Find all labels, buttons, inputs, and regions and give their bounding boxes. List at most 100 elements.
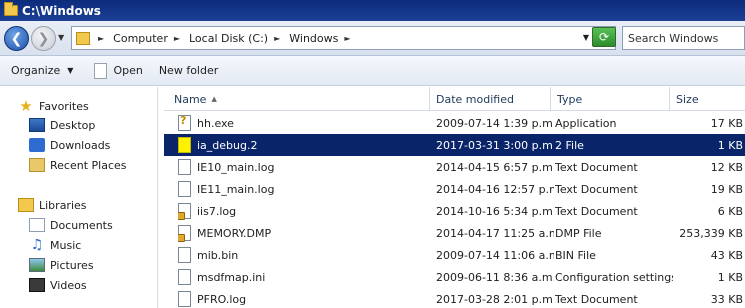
file-type: Configuration settings	[555, 270, 673, 284]
file-date: 2017-03-28 2:01 p.m.	[436, 292, 554, 306]
text-file-icon	[178, 181, 191, 197]
breadcrumb-local-disk[interactable]: Local Disk (C:) ►	[189, 32, 285, 45]
file-type: DMP File	[555, 226, 602, 240]
file-type: Text Document	[555, 182, 638, 196]
file-size: 1 KB	[717, 138, 743, 152]
file-type: Text Document	[555, 160, 638, 174]
text-file-icon	[178, 159, 191, 175]
back-button[interactable]: ❮	[4, 26, 29, 51]
file-row[interactable]: msdfmap.ini 2009-06-11 8:36 a.m. Configura…	[164, 266, 745, 288]
breadcrumb-root-arrow[interactable]: ►	[96, 34, 109, 43]
file-row[interactable]: IE10_main.log 2014-04-15 6:57 p.m. Text Do…	[164, 156, 745, 178]
file-size: 12 KB	[710, 160, 743, 174]
nav-downloads[interactable]: Downloads	[29, 138, 110, 152]
title-bar: C:\Windows	[0, 0, 745, 21]
file-type: Text Document	[555, 204, 638, 218]
file-date: 2009-06-11 8:36 a.m.	[436, 270, 554, 284]
open-button[interactable]: Open	[90, 62, 143, 79]
folder-icon	[76, 31, 90, 45]
file-name: iis7.log	[197, 204, 237, 218]
locked-file-icon	[178, 225, 191, 242]
document-icon	[94, 62, 108, 79]
file-date: 2017-03-31 3:00 p.m.	[436, 138, 554, 152]
file-size: 6 KB	[717, 204, 743, 218]
search-input[interactable]: Search Windows	[622, 26, 745, 50]
file-name: PFRO.log	[197, 292, 247, 306]
file-row[interactable]: MEMORY.DMP 2014-04-17 11:25 a.m. DMP File 2…	[164, 222, 745, 244]
nav-favorites[interactable]: ★ Favorites	[18, 97, 88, 115]
nav-pictures[interactable]: Pictures	[29, 258, 94, 272]
nav-videos[interactable]: Videos	[29, 278, 87, 292]
file-date: 2009-07-14 1:39 p.m.	[436, 116, 554, 130]
music-icon: ♫	[30, 237, 44, 253]
file-type: Text Document	[555, 292, 638, 306]
column-headers: Name ▲ Date modified Type Size	[164, 87, 745, 111]
window-title: C:\Windows	[22, 3, 101, 18]
file-name: IE10_main.log	[197, 160, 275, 174]
text-file-icon	[178, 291, 191, 307]
file-row[interactable]: ia_debug.2 2017-03-31 3:00 p.m. 2 File 1 KB	[164, 134, 745, 156]
nav-libraries[interactable]: Libraries	[18, 198, 87, 212]
column-header-size[interactable]: Size	[670, 87, 745, 111]
help-exe-icon	[178, 114, 191, 131]
file-size: 253,339 KB	[679, 226, 743, 240]
file-date: 2014-04-17 11:25 a.m.	[436, 226, 554, 240]
command-bar: Organize ▼ Open New folder	[0, 56, 745, 86]
breadcrumb-computer[interactable]: Computer ►	[113, 32, 185, 45]
file-name-cell: PFRO.log	[178, 288, 428, 308]
file-size: 43 KB	[710, 248, 743, 262]
nav-documents[interactable]: Documents	[29, 218, 113, 232]
file-type: 2 File	[555, 138, 584, 152]
recent-pages-dropdown[interactable]: ▼	[58, 33, 64, 42]
breadcrumb-windows[interactable]: Windows ►	[289, 32, 355, 45]
sort-ascending-icon: ▲	[211, 95, 217, 103]
file-name-cell: IE11_main.log	[178, 178, 428, 200]
column-header-name[interactable]: Name ▲	[168, 87, 430, 111]
file-date: 2014-04-16 12:57 p.m.	[436, 182, 554, 196]
file-name-cell: IE10_main.log	[178, 156, 428, 178]
file-date: 2009-07-14 11:06 a.m.	[436, 248, 554, 262]
file-row[interactable]: IE11_main.log 2014-04-16 12:57 p.m. Text D…	[164, 178, 745, 200]
recent-places-icon	[29, 158, 45, 172]
file-name-cell: MEMORY.DMP	[178, 222, 428, 244]
nav-music[interactable]: ♫ Music	[29, 237, 82, 253]
nav-desktop[interactable]: Desktop	[29, 118, 95, 132]
forward-button[interactable]: ❯	[31, 26, 56, 51]
videos-icon	[29, 278, 45, 292]
file-size: 33 KB	[710, 292, 743, 306]
pictures-icon	[29, 258, 45, 272]
file-icon	[178, 247, 191, 263]
file-row[interactable]: mib.bin 2009-07-14 11:06 a.m. BIN File 43 K…	[164, 244, 745, 266]
address-bar[interactable]: ► Computer ► Local Disk (C:) ► Windows ► ▼	[71, 26, 616, 50]
file-row[interactable]: hh.exe 2009-07-14 1:39 p.m.Application 17 …	[164, 112, 745, 134]
file-name-cell: iis7.log	[178, 200, 428, 222]
locked-file-icon	[178, 203, 191, 220]
address-dropdown[interactable]: ▼	[583, 33, 589, 42]
nav-recent-places[interactable]: Recent Places	[29, 158, 127, 172]
desktop-icon	[29, 118, 45, 132]
ini-file-icon	[178, 269, 191, 285]
column-header-type[interactable]: Type	[551, 87, 670, 111]
file-row[interactable]: iis7.log 2014-10-16 5:34 p.m. Text Documen…	[164, 200, 745, 222]
downloads-icon	[29, 138, 45, 152]
refresh-button[interactable]: ⟳	[592, 27, 616, 47]
file-row[interactable]: PFRO.log 2017-03-28 2:01 p.m. Text Documen…	[164, 288, 745, 308]
file-name-cell: msdfmap.ini	[178, 266, 428, 288]
file-name: hh.exe	[197, 116, 234, 130]
search-placeholder: Search Windows	[628, 31, 719, 45]
navigation-pane: ★ Favorites Desktop Downloads Recent Pla…	[0, 87, 158, 308]
file-type: BIN File	[555, 248, 596, 262]
file-name-cell: hh.exe	[178, 112, 428, 134]
file-name: IE11_main.log	[197, 182, 275, 196]
organize-button[interactable]: Organize ▼	[11, 64, 79, 77]
column-header-date[interactable]: Date modified	[430, 87, 551, 111]
file-date: 2014-10-16 5:34 p.m.	[436, 204, 554, 218]
star-icon: ★	[19, 97, 33, 115]
new-folder-button[interactable]: New folder	[159, 64, 218, 77]
address-row: ❮ ❯ ▼ ► Computer ► Local Disk (C:) ► Windo…	[0, 21, 745, 56]
file-name-cell: ia_debug.2	[178, 134, 428, 156]
file-date: 2014-04-15 6:57 p.m.	[436, 160, 554, 174]
file-type: Application	[555, 116, 617, 130]
folder-icon	[4, 2, 18, 16]
libraries-icon	[18, 198, 34, 212]
